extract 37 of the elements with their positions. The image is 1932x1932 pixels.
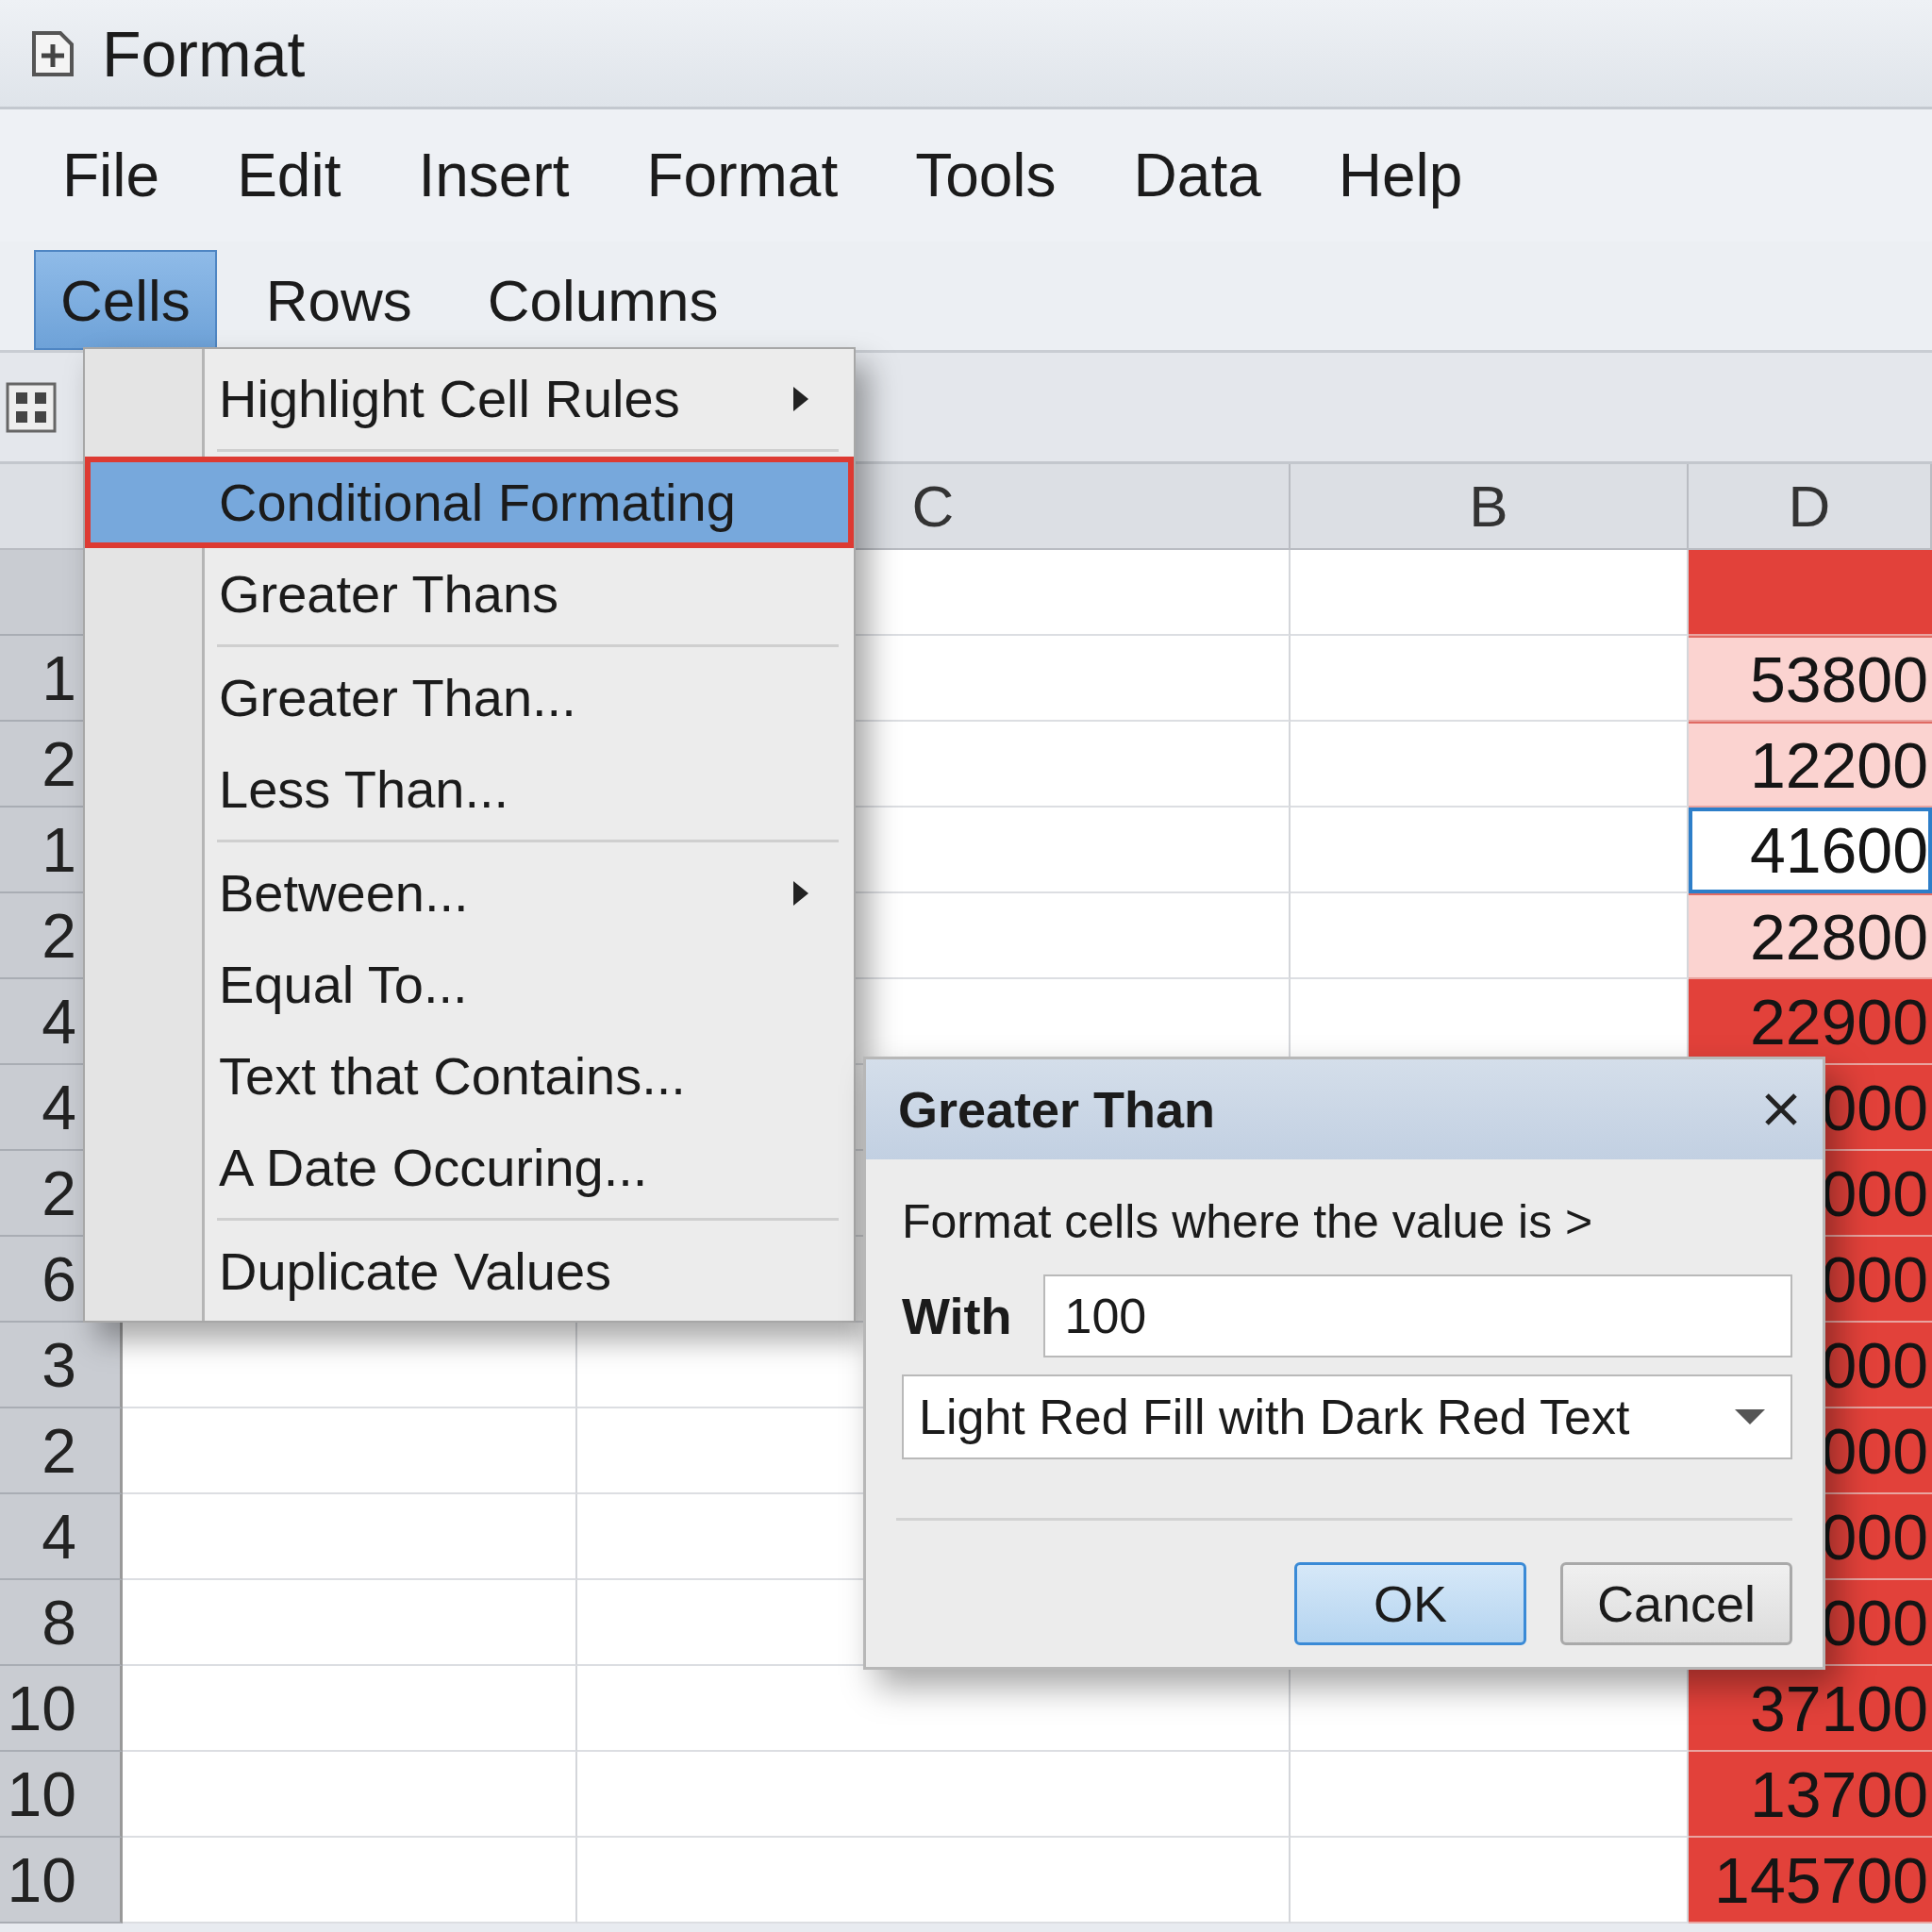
- row-header[interactable]: 10: [0, 1752, 123, 1838]
- menu-item[interactable]: Help: [1338, 141, 1463, 210]
- grid-icon[interactable]: [5, 380, 58, 434]
- value-field[interactable]: 100: [1043, 1274, 1792, 1357]
- row-header[interactable]: 10: [0, 1838, 123, 1924]
- column-header[interactable]: B: [1291, 464, 1689, 550]
- row-header[interactable]: 2: [0, 1408, 123, 1494]
- menu-item[interactable]: Format: [646, 141, 839, 210]
- menu-item[interactable]: Insert: [418, 141, 570, 210]
- tab[interactable]: Cells: [34, 250, 217, 350]
- table-cell: 13700: [1689, 1752, 1932, 1838]
- table-cell: 37100: [1689, 1666, 1932, 1752]
- row-header[interactable]: 8: [0, 1580, 123, 1666]
- table-cell: 22900: [1689, 979, 1932, 1065]
- tab[interactable]: Rows: [239, 250, 439, 350]
- dialog-button[interactable]: OK: [1294, 1562, 1526, 1645]
- table-cell: 22800: [1689, 893, 1932, 979]
- table-cell: 41600: [1689, 808, 1932, 893]
- menu-item[interactable]: Conditional Formating: [85, 457, 854, 548]
- dialog-button[interactable]: Cancel: [1560, 1562, 1792, 1645]
- row-header[interactable]: 4: [0, 1494, 123, 1580]
- table-cell: 12200: [1689, 722, 1932, 808]
- row-header[interactable]: 10: [0, 1666, 123, 1752]
- menu-item[interactable]: Data: [1133, 141, 1261, 210]
- column-header[interactable]: D: [1689, 464, 1932, 550]
- table-cell: 53800: [1689, 636, 1932, 722]
- format-dropdown[interactable]: Light Red Fill with Dark Red Text: [902, 1374, 1792, 1459]
- tab[interactable]: Columns: [460, 250, 745, 350]
- menu-item[interactable]: Tools: [915, 141, 1057, 210]
- menu-item[interactable]: Edit: [237, 141, 341, 210]
- prompt-text: Format cells where the value is >: [902, 1194, 1594, 1250]
- table-cell: 145700: [1689, 1838, 1932, 1924]
- row-header[interactable]: 3: [0, 1323, 123, 1408]
- menu-item[interactable]: File: [62, 141, 160, 210]
- dialog-title: Greater Than: [898, 1080, 1216, 1139]
- window-title: Format: [102, 16, 306, 91]
- field-label: With: [902, 1287, 1012, 1345]
